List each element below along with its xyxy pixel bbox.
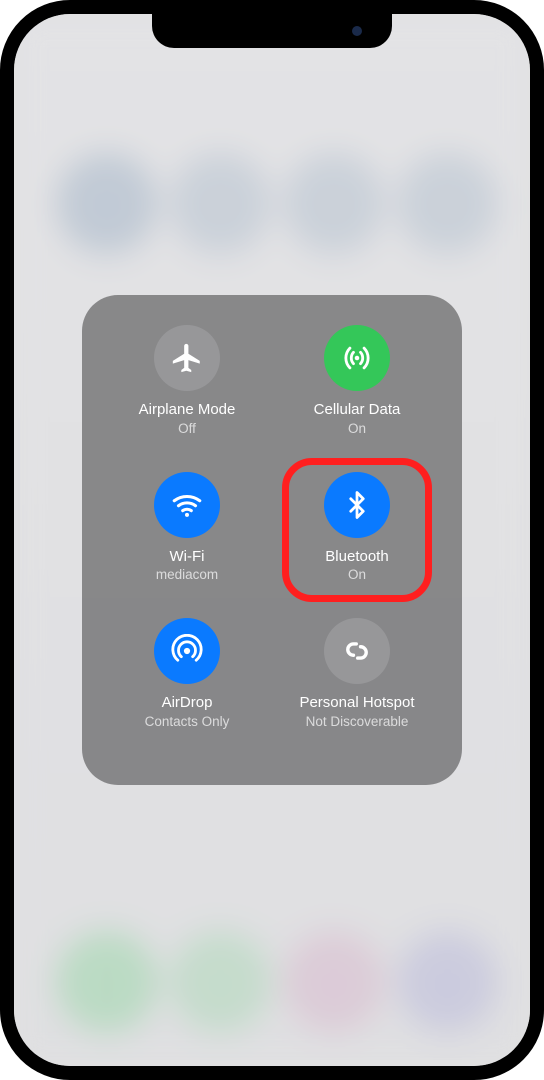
- camera-dot: [352, 26, 362, 36]
- wifi-toggle[interactable]: Wi-Fi mediacom: [104, 472, 270, 615]
- hotspot-status: Not Discoverable: [306, 714, 409, 729]
- bluetooth-title: Bluetooth: [325, 548, 388, 567]
- bluetooth-status: On: [348, 567, 366, 582]
- wifi-network: mediacom: [156, 567, 218, 582]
- side-button: [530, 259, 536, 363]
- airdrop-title: AirDrop: [162, 694, 213, 713]
- hotspot-icon: [324, 618, 390, 684]
- notch: [152, 14, 392, 48]
- screen: Airplane Mode Off Cellular Data On: [14, 14, 530, 1066]
- airplane-status: Off: [178, 421, 196, 436]
- airdrop-status: Contacts Only: [145, 714, 230, 729]
- airdrop-toggle[interactable]: AirDrop Contacts Only: [104, 618, 270, 761]
- cellular-status: On: [348, 421, 366, 436]
- personal-hotspot-toggle[interactable]: Personal Hotspot Not Discoverable: [274, 618, 440, 761]
- connectivity-panel: Airplane Mode Off Cellular Data On: [82, 295, 462, 785]
- connectivity-grid: Airplane Mode Off Cellular Data On: [104, 325, 440, 761]
- airplane-title: Airplane Mode: [139, 401, 236, 420]
- cellular-icon: [324, 325, 390, 391]
- cellular-data-toggle[interactable]: Cellular Data On: [274, 325, 440, 468]
- airplane-icon: [154, 325, 220, 391]
- wifi-icon: [154, 472, 220, 538]
- bluetooth-toggle[interactable]: Bluetooth On: [274, 472, 440, 615]
- airdrop-icon: [154, 618, 220, 684]
- hotspot-title: Personal Hotspot: [299, 694, 414, 713]
- device-frame: Airplane Mode Off Cellular Data On: [0, 0, 544, 1080]
- bluetooth-icon: [324, 472, 390, 538]
- airplane-mode-toggle[interactable]: Airplane Mode Off: [104, 325, 270, 468]
- wifi-title: Wi-Fi: [170, 548, 205, 567]
- cellular-title: Cellular Data: [314, 401, 401, 420]
